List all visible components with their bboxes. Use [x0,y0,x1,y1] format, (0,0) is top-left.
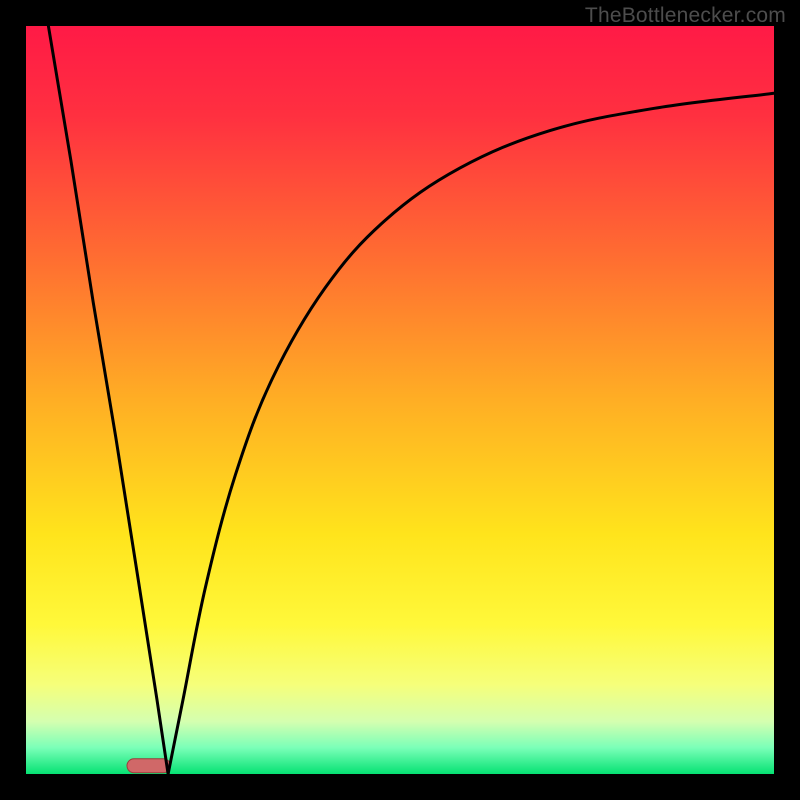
chart-svg [26,26,774,774]
plot-area [26,26,774,774]
optimum-marker [127,759,170,773]
chart-frame: TheBottlenecker.com [0,0,800,800]
gradient-background [26,26,774,774]
watermark-text: TheBottlenecker.com [585,4,786,28]
